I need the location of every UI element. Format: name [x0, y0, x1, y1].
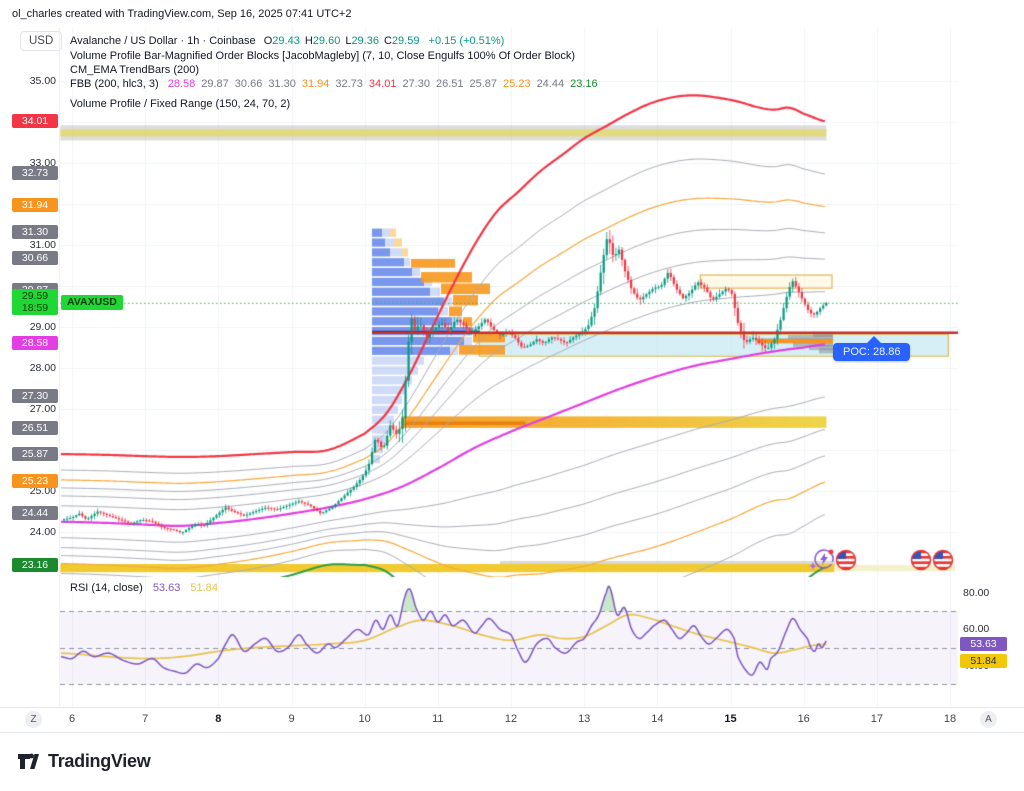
time-axis-label-13: 13 [578, 713, 590, 725]
time-axis-label-6: 6 [69, 713, 75, 725]
symbol-price-line-label: AVAXUSD [61, 295, 123, 310]
price-axis-badge: 28.58 [12, 336, 58, 350]
time-axis-label-8: 8 [215, 713, 221, 725]
timezone-button[interactable]: Z [25, 711, 42, 728]
price-axis-badge: 30.66 [12, 251, 58, 265]
ohlc-key: C [384, 35, 392, 47]
ohlc-value: 29.60 [313, 35, 341, 47]
indicator-legend-volume-profile-ob[interactable]: Volume Profile Bar-Magnified Order Block… [70, 50, 575, 62]
ohlc-key: O [264, 35, 273, 47]
tradingview-logo-text: TradingView [48, 751, 150, 772]
price-axis-label: 31.00 [8, 239, 56, 251]
price-axis-label: 29.00 [8, 321, 56, 333]
time-axis-label-7: 7 [142, 713, 148, 725]
time-axis-label-17: 17 [871, 713, 883, 725]
poc-label: POC: 28.86 [833, 343, 910, 361]
rsi-label: RSI (14, close) [70, 582, 143, 594]
fbb-band-value: 28.58 [168, 78, 196, 90]
time-axis-label-11: 11 [432, 713, 443, 725]
ohlc-value: 29.36 [351, 35, 379, 47]
time-axis[interactable]: Z A 6 7 8 9 10 11 12 13 14 15 16 17 18 [0, 707, 1024, 733]
fbb-band-value: 26.51 [436, 78, 464, 90]
price-axis-badge: 31.94 [12, 198, 58, 212]
fbb-band-value: 23.16 [570, 78, 598, 90]
rsi-value: 53.63 [153, 582, 181, 594]
indicator-legend-cm-ema[interactable]: CM_EMA TrendBars (200) [70, 64, 199, 76]
price-axis-label: 28.00 [8, 362, 56, 374]
axis-separator [59, 28, 60, 707]
change-value: +0.15 (+0.51%) [429, 35, 505, 47]
time-axis-label-16: 16 [798, 713, 810, 725]
price-axis-label: 35.00 [8, 75, 56, 87]
current-price: 29.59 [12, 290, 58, 302]
rsi-axis-label: 80.00 [963, 587, 989, 599]
indicator-legend-fbb[interactable]: FBB (200, hlc3, 3) 28.58 29.87 30.66 31.30 3… [70, 78, 598, 90]
rsi-axis-badge: 53.63 [960, 637, 1007, 651]
fbb-band-value: 24.44 [537, 78, 565, 90]
tradingview-logo-icon [16, 749, 40, 773]
price-axis-badge: 32.73 [12, 166, 58, 180]
fbb-values: 28.58 29.87 30.66 31.30 31.94 32.73 34.01 27.30… [162, 78, 598, 90]
symbol-title: Avalanche / US Dollar · 1h · Coinbase [70, 35, 256, 47]
indicator-legend-fixed-range-vp[interactable]: Volume Profile / Fixed Range (150, 24, 7… [70, 98, 290, 110]
fbb-band-value: 29.87 [201, 78, 229, 90]
fbb-band-value: 31.30 [268, 78, 296, 90]
price-axis-badge: 26.51 [12, 421, 58, 435]
tradingview-logo[interactable]: TradingView [16, 749, 150, 773]
fbb-band-value: 27.30 [402, 78, 430, 90]
tradingview-chart-page: ol_charles created with TradingView.com,… [0, 0, 1024, 791]
time-axis-label-14: 14 [651, 713, 663, 725]
time-axis-label-18: 18 [944, 713, 956, 725]
price-axis-label: 27.00 [8, 403, 56, 415]
fbb-label: FBB (200, hlc3, 3) [70, 78, 159, 90]
fbb-band-value: 32.73 [335, 78, 363, 90]
price-axis-badge: 31.30 [12, 225, 58, 239]
time-axis-label-12: 12 [505, 713, 517, 725]
rsi-ma-value: 51.84 [190, 582, 218, 594]
price-chart-canvas[interactable] [0, 0, 1024, 791]
price-axis-badge: 27.30 [12, 389, 58, 403]
price-axis-badge: 25.87 [12, 447, 58, 461]
rsi-axis-label: 60.00 [963, 623, 989, 635]
fbb-band-value: 30.66 [235, 78, 263, 90]
bar-countdown: 18:59 [12, 302, 58, 314]
price-axis-badge: 23.16 [12, 558, 58, 572]
adjust-button[interactable]: A [980, 711, 997, 728]
ohlc-value: 29.43 [272, 35, 300, 47]
time-axis-label-10: 10 [359, 713, 371, 725]
price-axis-badge: 24.44 [12, 506, 58, 520]
currency-button[interactable]: USD [20, 31, 62, 51]
ohlc-values: O29.43H29.60L29.36C29.59 [259, 35, 420, 47]
fbb-band-value: 34.01 [369, 78, 397, 90]
price-axis-badge: 25.23 [12, 474, 58, 488]
price-axis-label: 24.00 [8, 526, 56, 538]
symbol-legend-row[interactable]: Avalanche / US Dollar · 1h · Coinbase O2… [70, 35, 504, 47]
rsi-axis-badge: 51.84 [960, 654, 1007, 668]
ohlc-value: 29.59 [392, 35, 420, 47]
ohlc-key: H [305, 35, 313, 47]
fbb-band-value: 31.94 [302, 78, 330, 90]
attribution-text: ol_charles created with TradingView.com,… [12, 8, 351, 20]
fbb-band-value: 25.23 [503, 78, 531, 90]
time-axis-label-15: 15 [724, 713, 736, 725]
fbb-band-value: 25.87 [470, 78, 498, 90]
price-axis-badge: 29.5918:59 [12, 289, 58, 315]
rsi-legend-row[interactable]: RSI (14, close) 53.63 51.84 [70, 582, 218, 594]
time-axis-label-9: 9 [288, 713, 294, 725]
price-axis-badge: 34.01 [12, 114, 58, 128]
